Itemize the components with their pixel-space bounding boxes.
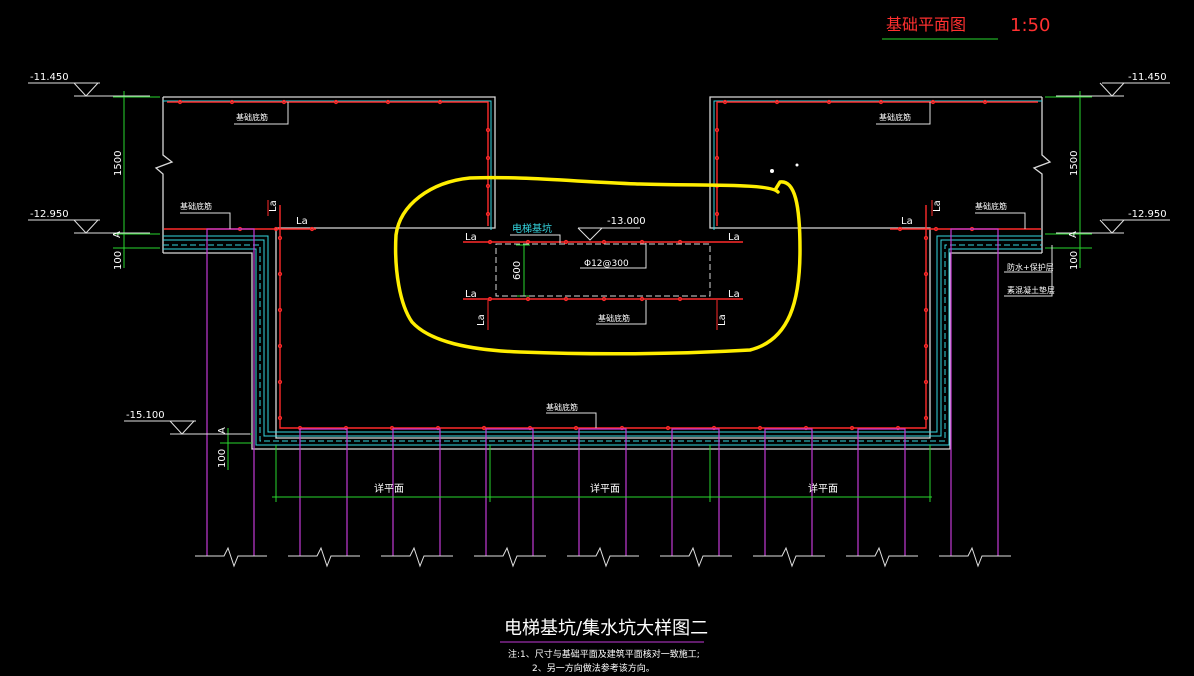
la-label-9: La — [476, 314, 487, 326]
see-plan-3: 详平面 — [808, 482, 838, 495]
waterproof-label: 防水+保护层 — [1007, 262, 1054, 272]
rebar-note-top-right: 基础底筋 — [879, 112, 911, 122]
pile — [857, 428, 906, 556]
drawing-title: 基础平面图 — [886, 15, 966, 34]
la-label-3: La — [465, 232, 477, 243]
speck-1 — [770, 169, 774, 173]
footer-note-2: 2、另一方向做法参考该方向。 — [532, 662, 655, 674]
rebar-note-bottom: 基础底筋 — [546, 402, 578, 412]
section-a-right: A — [1068, 231, 1079, 238]
see-plan-2: 详平面 — [590, 482, 620, 495]
pile-break — [846, 546, 918, 568]
elev-pit-top: -13.000 — [607, 216, 646, 227]
footer-block: 电梯基坑/集水坑大样图二 注:1、尺寸与基础平面及建筑平面核对一致施工; 2、另… — [500, 618, 708, 674]
dim-100-left: 100 — [113, 251, 124, 270]
drawing-header: 基础平面图 1:50 — [882, 15, 1050, 40]
la-label-6: La — [728, 289, 740, 300]
la-label-1: La — [296, 216, 308, 227]
cad-drawing-canvas: 基础平面图 1:50 -11.450 -12.950 -15.100 -11.4… — [28, 15, 1170, 674]
rebar-note-top-left: 基础底筋 — [236, 112, 268, 122]
footer-title: 电梯基坑/集水坑大样图二 — [504, 618, 708, 639]
dim-1500-left: 1500 — [113, 151, 124, 176]
dim-1500-right: 1500 — [1069, 151, 1080, 176]
elev-right-mid: -12.950 — [1128, 209, 1167, 220]
rebar-dots[interactable] — [177, 99, 988, 431]
footer-note-1: 注:1、尺寸与基础平面及建筑平面核对一致施工; — [508, 648, 700, 660]
la-label-4: La — [728, 232, 740, 243]
rebar-note-mid-left: 基础底筋 — [180, 201, 212, 211]
section-a-bottom: A — [217, 427, 228, 434]
la-label-2: La — [901, 216, 913, 227]
pile-break-lines — [195, 546, 1011, 568]
elev-right-top: -11.450 — [1128, 72, 1167, 83]
pile — [485, 428, 534, 556]
dim-100-right: 100 — [1069, 251, 1080, 270]
pile-break — [288, 546, 360, 568]
elev-left-top: -11.450 — [30, 72, 69, 83]
pile — [764, 428, 813, 556]
elev-left-bottom: -15.100 — [126, 410, 165, 421]
cushion-label: 素混凝土垫层 — [1007, 285, 1055, 295]
pile — [671, 428, 720, 556]
pile-break — [567, 546, 639, 568]
pile-break — [195, 546, 267, 568]
rebar-spec-label: Φ12@300 — [584, 259, 629, 269]
la-label-7: La — [268, 200, 279, 212]
dim-100-bottom: 100 — [217, 449, 228, 468]
piles — [206, 228, 999, 556]
la-label-5: La — [465, 289, 477, 300]
rebar-note-pit: 基础底筋 — [598, 313, 630, 323]
elev-left-mid: -12.950 — [30, 209, 69, 220]
see-plan-1: 详平面 — [374, 482, 404, 495]
pile-break — [753, 546, 825, 568]
pile — [206, 228, 255, 556]
pile-break — [381, 546, 453, 568]
la-label-8: La — [932, 200, 943, 212]
dim-600: 600 — [512, 261, 523, 280]
drawing-scale: 1:50 — [1010, 15, 1050, 36]
section-a-left: A — [112, 231, 123, 238]
pit-dashed-frame — [495, 243, 711, 297]
pile-break — [474, 546, 546, 568]
outline-bottom — [163, 252, 1042, 450]
pile-break — [660, 546, 732, 568]
pile — [950, 228, 999, 556]
concrete-outline — [154, 96, 1052, 450]
rebar-note-mid-right: 基础底筋 — [975, 201, 1007, 211]
speck-2 — [795, 163, 799, 167]
la-label-10: La — [717, 314, 728, 326]
pile-break — [939, 546, 1011, 568]
pit-name-label: 电梯基坑 — [512, 222, 552, 235]
pile — [299, 428, 348, 556]
waterproof-layers — [163, 100, 1042, 446]
